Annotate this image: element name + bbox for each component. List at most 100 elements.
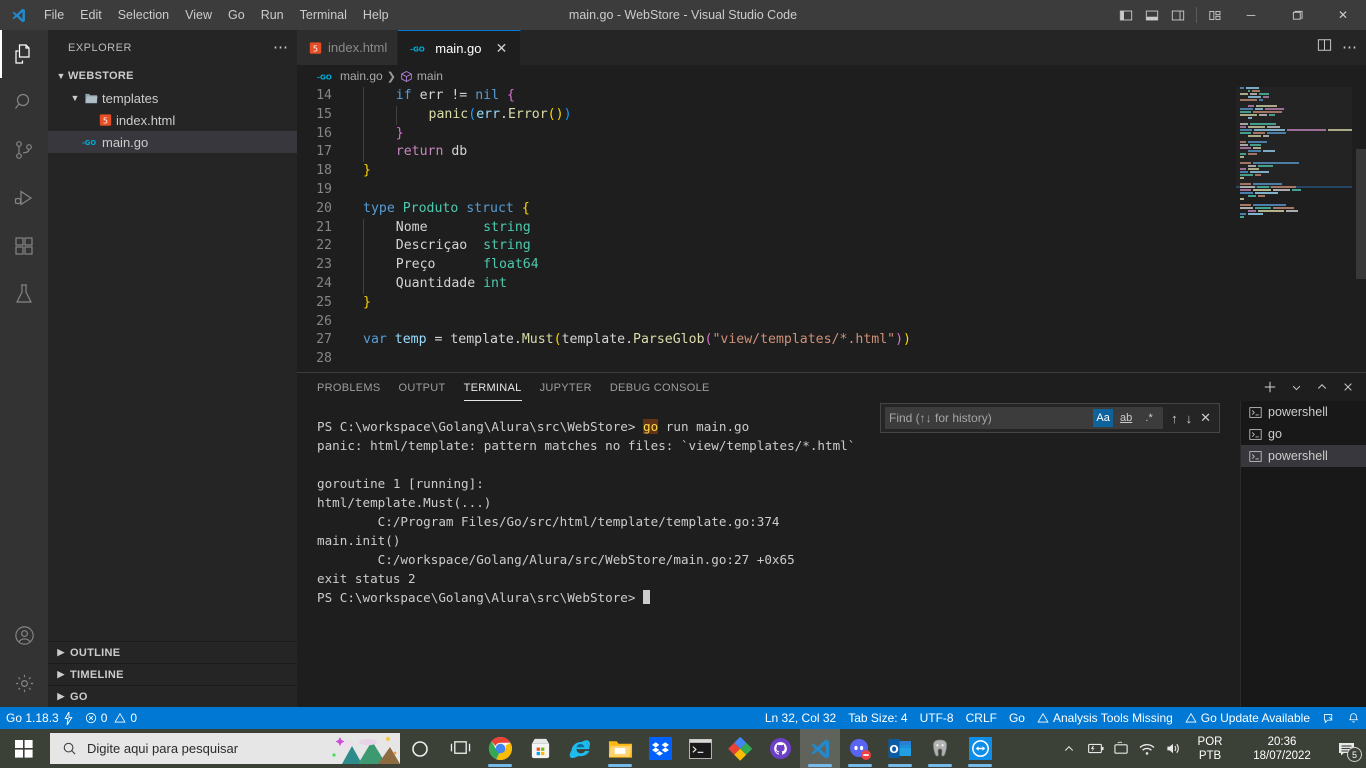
outlook-icon[interactable]: O [880, 729, 920, 768]
windows-terminal-icon[interactable] [680, 729, 720, 768]
terminal-item-go[interactable]: go [1241, 423, 1366, 445]
activity-run-and-debug-icon[interactable] [0, 174, 48, 222]
status-cursor-position[interactable]: Ln 32, Col 32 [759, 707, 842, 729]
code-line[interactable]: 19 [297, 181, 1366, 200]
terminal-output[interactable]: PS C:\workspace\Golang\Alura\src\WebStor… [297, 401, 1237, 708]
code-line[interactable]: 17 return db [297, 143, 1366, 163]
code-line[interactable]: 18} [297, 162, 1366, 181]
status-indentation[interactable]: Tab Size: 4 [842, 707, 913, 729]
terminal-item-powershell-2[interactable]: powershell [1241, 445, 1366, 467]
activity-source-control-icon[interactable] [0, 126, 48, 174]
status-go-update-available[interactable]: Go Update Available [1179, 707, 1316, 729]
menu-go[interactable]: Go [220, 0, 253, 30]
visual-studio-code-icon[interactable] [800, 729, 840, 768]
start-button-icon[interactable] [0, 729, 48, 768]
editor-more-actions-icon[interactable]: ⋯ [1342, 40, 1358, 55]
toggle-primary-sidebar-icon[interactable] [1113, 0, 1139, 30]
code-line[interactable]: 22 Descriçao string [297, 237, 1366, 257]
taskbar-search-input[interactable]: Digite aqui para pesquisar [50, 733, 400, 764]
tree-item-index-html[interactable]: 5 index.html [48, 109, 297, 131]
menu-help[interactable]: Help [355, 0, 397, 30]
code-editor[interactable]: 14 if err != nil {15 panic(err.Error()) 1… [297, 87, 1366, 362]
code-line[interactable]: 23 Preço float64 [297, 256, 1366, 275]
code-line[interactable]: 20 type Produto struct { [297, 200, 1366, 219]
code-line[interactable]: 15 panic(err.Error()) [297, 105, 1366, 125]
activity-explorer-icon[interactable] [0, 30, 48, 78]
github-desktop-icon[interactable] [760, 729, 800, 768]
menu-edit[interactable]: Edit [72, 0, 110, 30]
close-panel-icon[interactable] [1338, 377, 1358, 397]
teamviewer-icon[interactable] [960, 729, 1000, 768]
editor-scrollbar-thumb[interactable] [1356, 149, 1366, 279]
maximize-panel-icon[interactable] [1312, 377, 1332, 397]
minimap-slider[interactable] [1236, 87, 1352, 187]
menu-run[interactable]: Run [253, 0, 292, 30]
tab-terminal[interactable]: TERMINAL [463, 373, 522, 401]
activity-extensions-icon[interactable] [0, 222, 48, 270]
internet-explorer-icon[interactable] [560, 729, 600, 768]
google-chrome-icon[interactable] [480, 729, 520, 768]
code-line[interactable]: 25} [297, 294, 1366, 313]
tab-index-html[interactable]: 5 index.html [297, 30, 399, 65]
sidebar-section-go[interactable]: ▶ GO [48, 685, 297, 707]
menu-bar[interactable]: File Edit Selection View Go Run Terminal… [36, 0, 397, 30]
window-close-button[interactable]: ✕ [1320, 0, 1366, 30]
code-line[interactable]: 26 [297, 313, 1366, 332]
tree-item-templates[interactable]: ▼ templates [48, 87, 297, 109]
breadcrumb-item-symbol[interactable]: main [400, 69, 443, 83]
file-explorer-icon[interactable] [600, 729, 640, 768]
code-line[interactable]: 21 Nome string [297, 218, 1366, 238]
tab-debug-console[interactable]: DEBUG CONSOLE [610, 373, 710, 401]
menu-selection[interactable]: Selection [110, 0, 177, 30]
code-line[interactable]: 16 } [297, 124, 1366, 144]
activity-manage-settings-icon[interactable] [0, 659, 48, 707]
new-terminal-icon[interactable] [1260, 377, 1280, 397]
postgresql-icon[interactable] [920, 729, 960, 768]
colorful-app-icon[interactable] [720, 729, 760, 768]
microsoft-store-icon[interactable] [520, 729, 560, 768]
split-editor-icon[interactable] [1317, 38, 1332, 57]
tray-notifications-icon[interactable]: 5 [1330, 729, 1364, 768]
editor-scrollbar[interactable] [1352, 87, 1366, 362]
activity-testing-icon[interactable] [0, 270, 48, 318]
tray-expand-icon[interactable] [1056, 729, 1082, 768]
terminal-dropdown-icon[interactable] [1286, 377, 1306, 397]
menu-terminal[interactable]: Terminal [292, 0, 355, 30]
sidebar-more-actions-icon[interactable]: ⋯ [273, 40, 289, 55]
window-minimize-button[interactable]: ─ [1228, 0, 1274, 30]
toggle-panel-icon[interactable] [1139, 0, 1165, 30]
dropbox-icon[interactable] [640, 729, 680, 768]
window-maximize-button[interactable] [1274, 0, 1320, 30]
status-encoding[interactable]: UTF-8 [914, 707, 960, 729]
status-bell-icon[interactable] [1341, 707, 1366, 729]
tray-language-indicator[interactable]: POR PTB [1186, 729, 1234, 768]
toggle-secondary-sidebar-icon[interactable] [1165, 0, 1191, 30]
cortana-icon[interactable] [400, 729, 440, 768]
tab-main-go[interactable]: -GO main.go ✕ [398, 30, 521, 65]
task-view-icon[interactable] [440, 729, 480, 768]
tree-item-main-go[interactable]: -GO main.go [48, 131, 297, 153]
activity-search-icon[interactable] [0, 78, 48, 126]
explorer-root-webstore[interactable]: ▼ WEBSTORE [48, 65, 297, 87]
tray-volume-icon[interactable] [1160, 729, 1186, 768]
activity-accounts-icon[interactable] [0, 611, 48, 659]
code-line[interactable]: 24 Quantidade int [297, 274, 1366, 294]
menu-file[interactable]: File [36, 0, 72, 30]
tab-output[interactable]: OUTPUT [399, 373, 446, 401]
status-go-version[interactable]: Go 1.18.3 [0, 707, 79, 729]
tray-dropbox-sync-icon[interactable] [1108, 729, 1134, 768]
tray-clock[interactable]: 20:36 18/07/2022 [1234, 729, 1330, 768]
status-problems[interactable]: 0 0 [79, 707, 143, 729]
menu-view[interactable]: View [177, 0, 220, 30]
terminal-item-powershell-1[interactable]: powershell [1241, 401, 1366, 423]
tray-battery-icon[interactable] [1082, 729, 1108, 768]
sidebar-section-timeline[interactable]: ▶ TIMELINE [48, 663, 297, 685]
discord-icon[interactable] [840, 729, 880, 768]
status-feedback-icon[interactable] [1316, 707, 1341, 729]
tray-wifi-icon[interactable] [1134, 729, 1160, 768]
breadcrumb-item-file[interactable]: -GO main.go [317, 69, 383, 83]
code-line[interactable]: 14 if err != nil { [297, 87, 1366, 106]
code-line[interactable]: 27 var temp = template.Must(template.Pars… [297, 331, 1366, 350]
tab-close-icon[interactable]: ✕ [494, 40, 510, 57]
status-eol[interactable]: CRLF [960, 707, 1003, 729]
